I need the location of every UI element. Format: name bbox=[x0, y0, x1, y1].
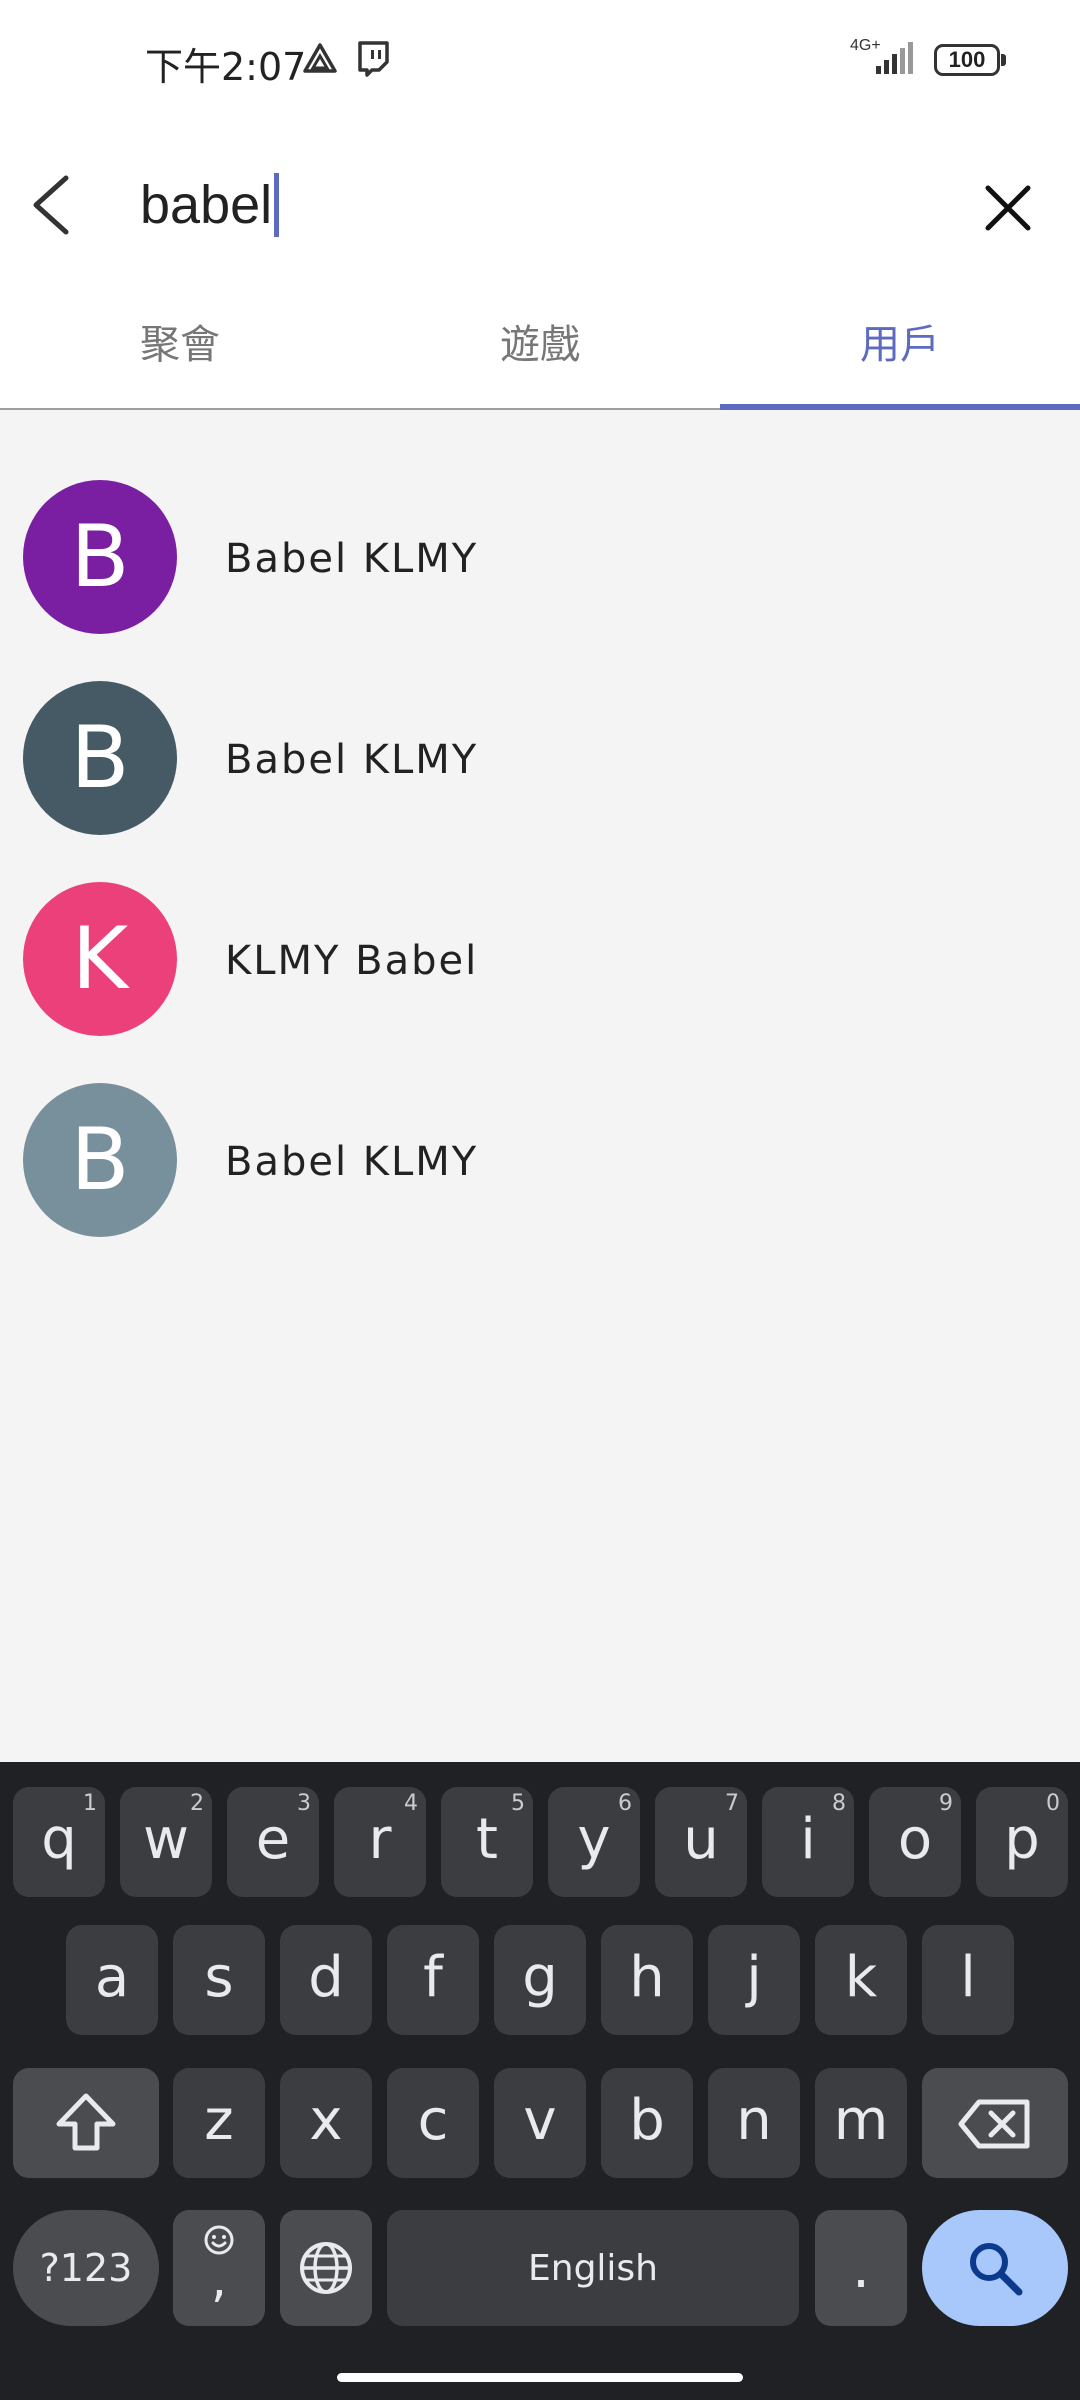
status-bar: 下午2:07 4G+ 100 bbox=[0, 0, 1080, 120]
text-caret bbox=[274, 173, 280, 237]
signal-icon bbox=[876, 42, 913, 74]
avatar: B bbox=[23, 480, 177, 634]
key-r[interactable]: r4 bbox=[334, 1787, 426, 1897]
close-icon[interactable] bbox=[980, 180, 1036, 236]
shift-key[interactable] bbox=[13, 2068, 159, 2178]
space-key[interactable]: English bbox=[387, 2210, 799, 2326]
key-k[interactable]: k bbox=[815, 1925, 907, 2035]
search-icon bbox=[970, 2243, 1023, 2296]
key-f[interactable]: f bbox=[387, 1925, 479, 2035]
key-c[interactable]: c bbox=[387, 2068, 479, 2178]
key-n[interactable]: n bbox=[708, 2068, 800, 2178]
search-input[interactable]: babel bbox=[140, 170, 280, 240]
tab-bar: 聚會 遊戲 用戶 bbox=[0, 290, 1080, 410]
key-s[interactable]: s bbox=[173, 1925, 265, 2035]
user-name: Babel KLMY bbox=[225, 1139, 479, 1185]
key-j[interactable]: j bbox=[708, 1925, 800, 2035]
list-item[interactable]: B Babel KLMY bbox=[0, 613, 1080, 835]
emoji-comma-key[interactable]: , bbox=[173, 2210, 265, 2326]
key-u[interactable]: u7 bbox=[655, 1787, 747, 1897]
search-key[interactable] bbox=[922, 2210, 1068, 2326]
language-key[interactable] bbox=[280, 2210, 372, 2326]
key-q[interactable]: q1 bbox=[13, 1787, 105, 1897]
key-z[interactable]: z bbox=[173, 2068, 265, 2178]
key-o[interactable]: o9 bbox=[869, 1787, 961, 1897]
avatar: B bbox=[23, 1083, 177, 1237]
list-item[interactable]: B Babel KLMY bbox=[0, 412, 1080, 634]
key-l[interactable]: l bbox=[922, 1925, 1014, 2035]
search-query-text: babel bbox=[140, 175, 273, 235]
tab-users[interactable]: 用戶 bbox=[720, 290, 1080, 410]
key-g[interactable]: g bbox=[494, 1925, 586, 2035]
key-i[interactable]: i8 bbox=[762, 1787, 854, 1897]
user-name: Babel KLMY bbox=[225, 737, 479, 783]
backspace-key[interactable] bbox=[922, 2068, 1068, 2178]
status-time: 下午2:07 bbox=[145, 45, 307, 89]
tab-gatherings[interactable]: 聚會 bbox=[0, 290, 360, 408]
back-arrow-icon[interactable] bbox=[22, 170, 82, 240]
search-bar: babel bbox=[0, 120, 1080, 290]
globe-icon bbox=[300, 2242, 352, 2294]
avatar: B bbox=[23, 681, 177, 835]
key-e[interactable]: e3 bbox=[227, 1787, 319, 1897]
key-v[interactable]: v bbox=[494, 2068, 586, 2178]
tab-games[interactable]: 遊戲 bbox=[360, 290, 720, 408]
user-name: Babel KLMY bbox=[225, 536, 479, 582]
key-d[interactable]: d bbox=[280, 1925, 372, 2035]
key-w[interactable]: w2 bbox=[120, 1787, 212, 1897]
shift-icon bbox=[56, 2093, 116, 2151]
home-indicator[interactable] bbox=[337, 2373, 743, 2382]
on-screen-keyboard: q1 w2 e3 r4 t5 y6 u7 i8 o9 p0 a s d f g … bbox=[0, 1762, 1080, 2400]
twitch-icon bbox=[358, 41, 389, 77]
key-t[interactable]: t5 bbox=[441, 1787, 533, 1897]
list-item[interactable]: K KLMY Babel bbox=[0, 814, 1080, 1036]
key-m[interactable]: m bbox=[815, 2068, 907, 2178]
user-name: KLMY Babel bbox=[225, 938, 479, 984]
drive-icon bbox=[303, 43, 337, 73]
key-h[interactable]: h bbox=[601, 1925, 693, 2035]
symbols-key[interactable]: ?123 bbox=[13, 2210, 159, 2326]
list-item[interactable]: B Babel KLMY bbox=[0, 1015, 1080, 1237]
avatar: K bbox=[23, 882, 177, 1036]
key-x[interactable]: x bbox=[280, 2068, 372, 2178]
key-b[interactable]: b bbox=[601, 2068, 693, 2178]
key-p[interactable]: p0 bbox=[976, 1787, 1068, 1897]
key-y[interactable]: y6 bbox=[548, 1787, 640, 1897]
key-a[interactable]: a bbox=[66, 1925, 158, 2035]
period-key[interactable]: . bbox=[815, 2210, 907, 2326]
battery-icon: 100 bbox=[934, 44, 1006, 76]
battery-level: 100 bbox=[948, 47, 986, 72]
backspace-icon bbox=[958, 2099, 1030, 2149]
